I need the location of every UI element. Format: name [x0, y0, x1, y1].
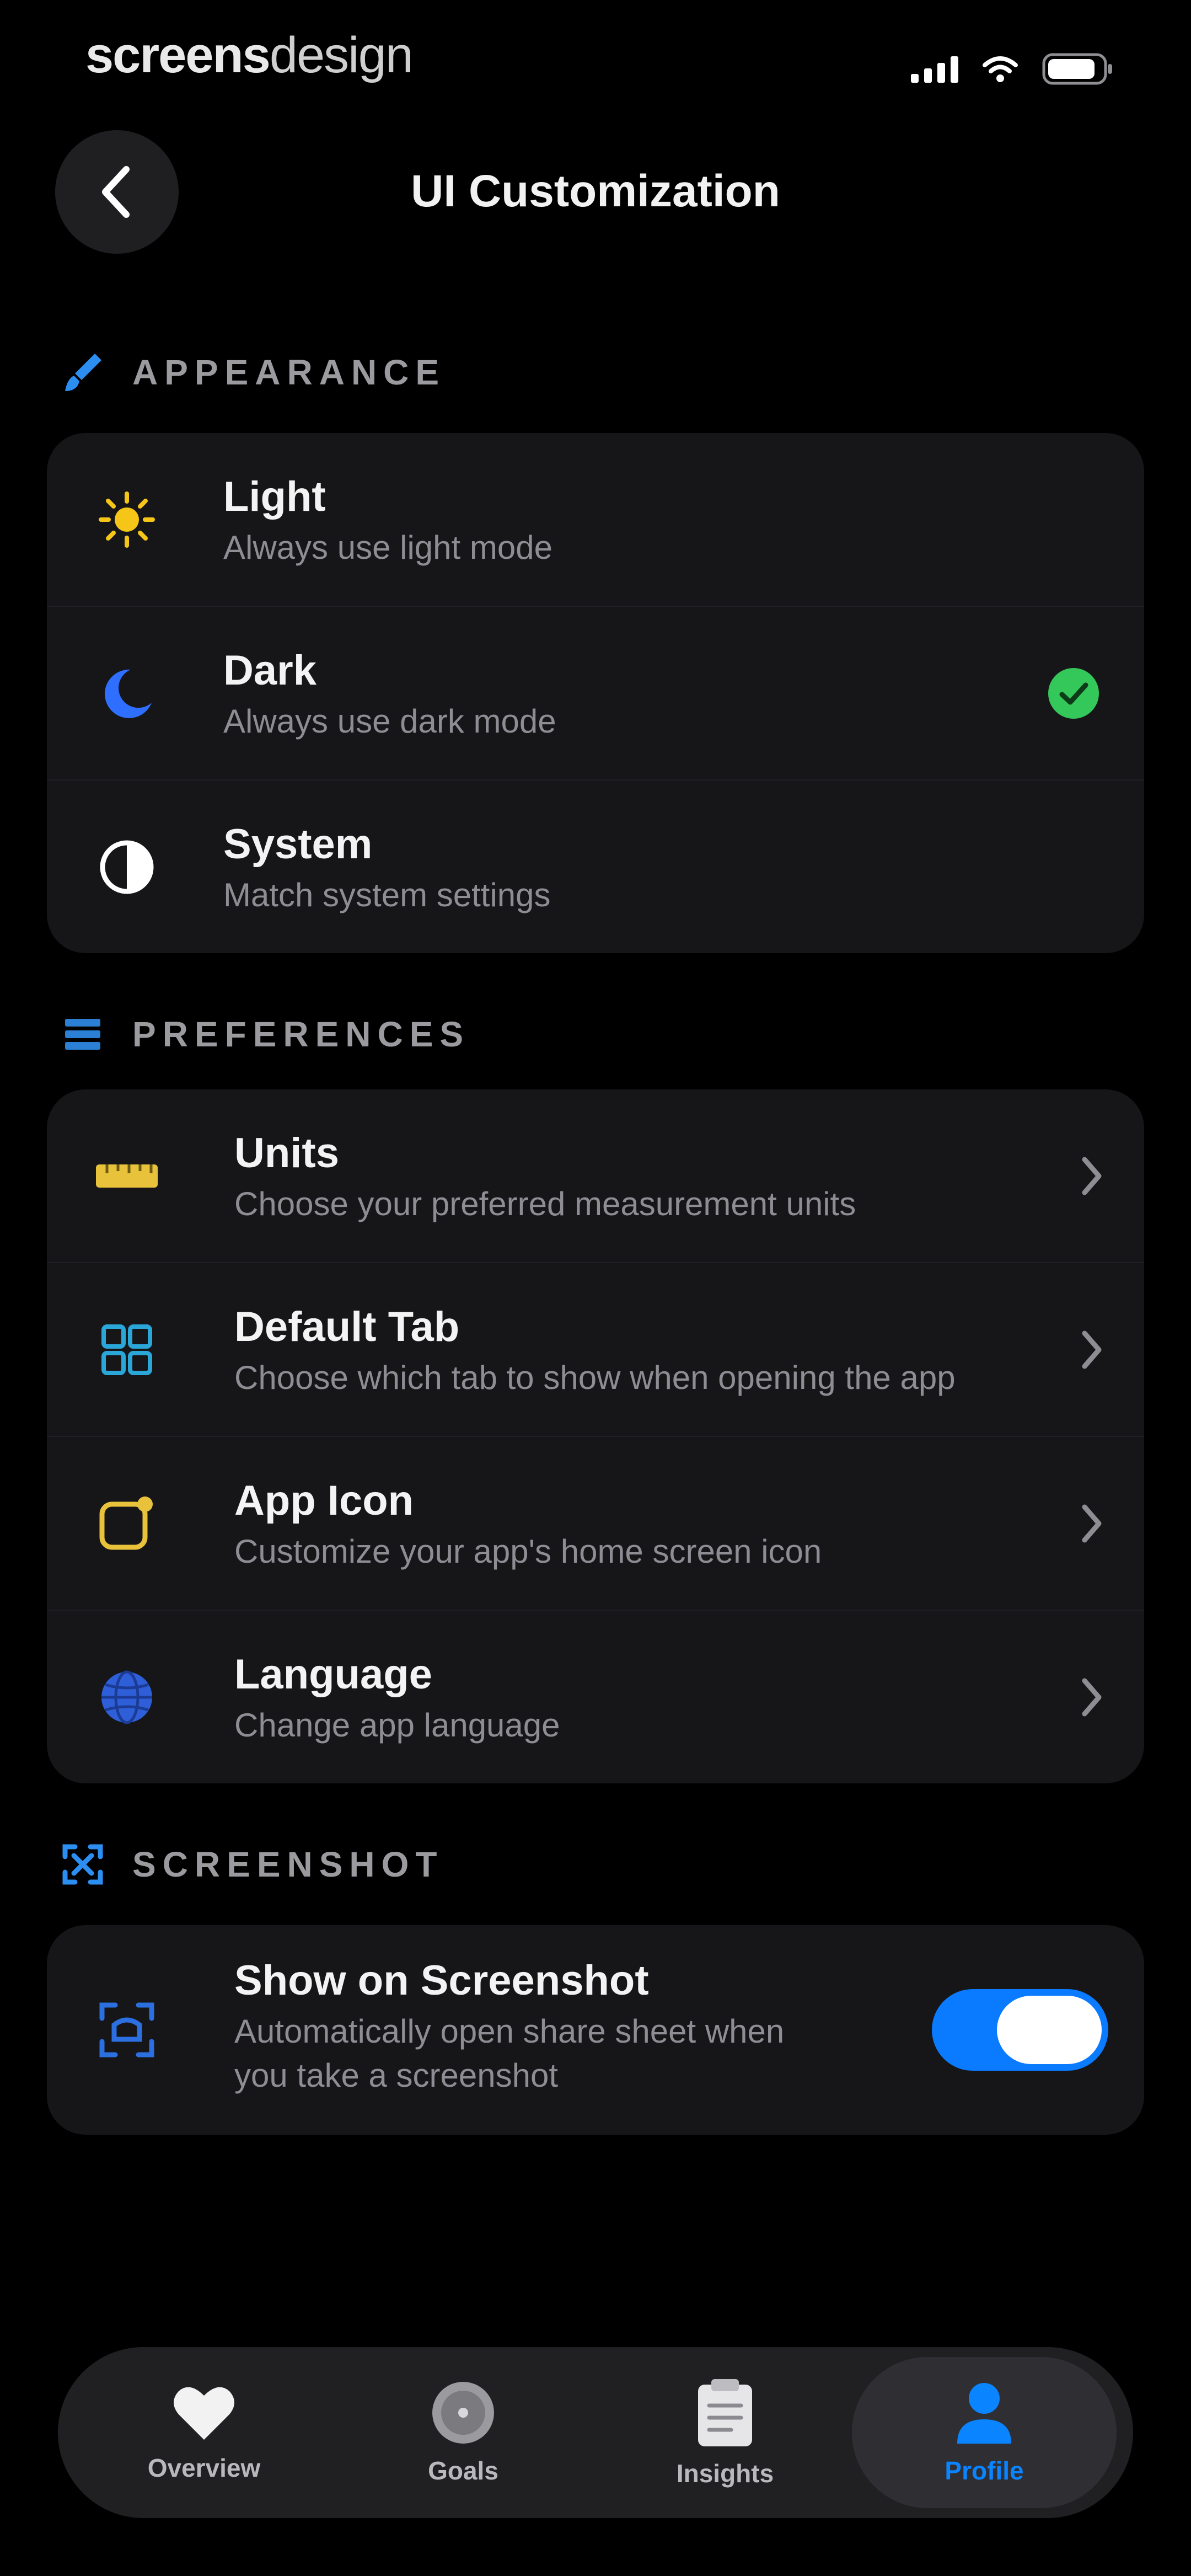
page-title: UI Customization [411, 166, 780, 216]
show-on-screenshot-row: Show on Screenshot Automatically open sh… [47, 1925, 1144, 2135]
preference-item-language[interactable]: Language Change app language [47, 1611, 1144, 1783]
tab-insights[interactable]: Insights [596, 2347, 855, 2518]
preferences-card: Units Choose your preferred measurement … [47, 1089, 1144, 1783]
section-header-appearance: APPEARANCE [61, 348, 446, 397]
item-title: Language [234, 1651, 432, 1698]
wifi-icon [983, 55, 1018, 83]
chevron-right-icon [1082, 1330, 1102, 1369]
item-title: Units [234, 1130, 339, 1177]
tab-overview[interactable]: Overview [74, 2347, 334, 2518]
person-icon [957, 2383, 1011, 2444]
status-icons [911, 50, 1114, 88]
screenshot-icon [62, 1844, 103, 1885]
brand-light: design [269, 27, 414, 83]
setting-description-line2: you take a screenshot [234, 2057, 559, 2094]
brand-logo: screensdesign [85, 26, 414, 84]
screenshot-capture-icon [91, 1994, 163, 2066]
option-title: Dark [223, 647, 316, 694]
sun-icon [91, 484, 163, 555]
signal-icon [911, 55, 958, 83]
appearance-option-dark[interactable]: Dark Always use dark mode [47, 607, 1144, 781]
tab-bar: Overview Goals Insights Profile [58, 2347, 1133, 2518]
list-icon [65, 1019, 100, 1050]
tab-goals[interactable]: Goals [334, 2347, 593, 2518]
item-description: Choose which tab to show when opening th… [234, 1359, 956, 1396]
item-description: Choose your preferred measurement units [234, 1185, 856, 1222]
item-title: Default Tab [234, 1303, 460, 1350]
status-bar: screensdesign [0, 0, 1191, 116]
option-description: Always use dark mode [223, 703, 556, 740]
clipboard-icon [698, 2379, 752, 2446]
item-title: App Icon [234, 1477, 414, 1524]
brand-bold: screens [85, 27, 271, 83]
section-label-appearance: APPEARANCE [132, 352, 446, 392]
tab-label: Insights [676, 2459, 774, 2488]
tab-label: Overview [147, 2454, 261, 2482]
option-title: System [223, 821, 373, 868]
battery-icon [1042, 52, 1114, 85]
ruler-icon [91, 1140, 163, 1212]
chevron-right-icon [1082, 1157, 1102, 1195]
tab-label: Profile [945, 2456, 1024, 2485]
preference-item-units[interactable]: Units Choose your preferred measurement … [47, 1089, 1144, 1263]
section-label-preferences: PREFERENCES [132, 1014, 470, 1054]
preference-item-default-tab[interactable]: Default Tab Choose which tab to show whe… [47, 1263, 1144, 1437]
preference-item-app-icon[interactable]: App Icon Customize your app's home scree… [47, 1437, 1144, 1611]
option-description: Match system settings [223, 877, 551, 913]
chevron-right-icon [1082, 1678, 1102, 1716]
contrast-icon [91, 831, 163, 903]
screenshot-card: Show on Screenshot Automatically open sh… [47, 1925, 1144, 2135]
item-description: Customize your app's home screen icon [234, 1533, 822, 1570]
grid-icon [91, 1314, 163, 1386]
item-description: Change app language [234, 1707, 560, 1744]
target-icon [432, 2382, 494, 2444]
toggle-knob [997, 1996, 1102, 2064]
setting-description-line1: Automatically open share sheet when [234, 2013, 785, 2050]
paintbrush-icon [65, 354, 101, 391]
tab-label: Goals [428, 2456, 498, 2485]
chevron-right-icon [1082, 1504, 1102, 1542]
section-header-screenshot: SCREENSHOT [61, 1840, 444, 1889]
option-description: Always use light mode [223, 529, 552, 566]
app-icon-icon [91, 1488, 163, 1559]
section-label-screenshot: SCREENSHOT [132, 1845, 444, 1884]
heart-icon [174, 2387, 234, 2440]
option-title: Light [223, 473, 326, 520]
appearance-option-system[interactable]: System Match system settings [47, 781, 1144, 953]
checkmark-circle-icon [1048, 667, 1099, 719]
appearance-option-light[interactable]: Light Always use light mode [47, 433, 1144, 607]
setting-title: Show on Screenshot [234, 1957, 649, 2004]
tab-profile[interactable]: Profile [852, 2357, 1117, 2508]
globe-icon [91, 1661, 163, 1733]
appearance-card: Light Always use light mode Dark Always … [47, 433, 1144, 953]
moon-icon [91, 658, 163, 729]
show-on-screenshot-toggle[interactable] [932, 1989, 1108, 2071]
section-header-preferences: PREFERENCES [61, 1009, 470, 1059]
